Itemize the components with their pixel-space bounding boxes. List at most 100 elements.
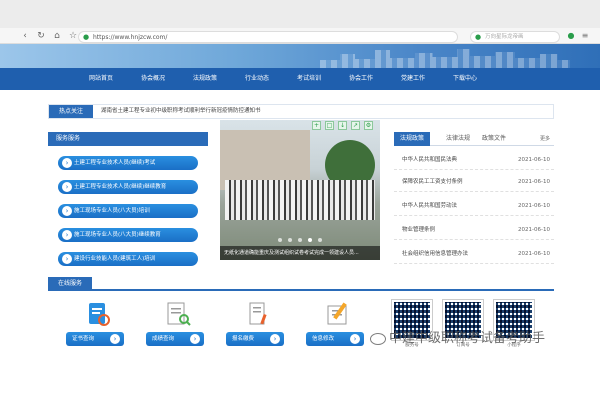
online-service-edit: 信息修改 ›: [306, 300, 366, 352]
law-title: 物业管理条例: [402, 227, 436, 233]
law-date: 2021-06-10: [518, 179, 550, 185]
list-item[interactable]: 中华人民共和国民法典 2021-06-10: [394, 150, 554, 170]
search-engine-icon: ●: [475, 33, 482, 41]
online-service-certificate: 证书查询 ›: [66, 300, 126, 352]
arrow-right-icon: ›: [350, 334, 360, 344]
slide-dot[interactable]: [278, 238, 282, 242]
service-label: 土建工程专业技术人员(继续)考试: [74, 160, 156, 166]
star-icon[interactable]: ☆: [68, 31, 78, 41]
law-date: 2021-06-10: [518, 227, 550, 233]
search-placeholder: 万向星际龙帝画: [485, 34, 524, 40]
service-item[interactable]: › 土建工程专业技术人员(继续)继续教育: [58, 180, 198, 194]
service-label: 建设行业技能人员(建筑工人)培训: [74, 256, 156, 262]
slide-caption[interactable]: 无纸化通道确能重庆及测试组织试卷考试完成一领建设人员...: [220, 246, 380, 260]
notice-tag: 热点关注: [49, 105, 93, 118]
expand-icon[interactable]: +: [312, 121, 321, 130]
slide-dot[interactable]: [318, 238, 322, 242]
nav-item-home[interactable]: 网站首页: [75, 68, 127, 92]
services-title: 服务服务: [48, 132, 208, 146]
arrow-right-icon: ›: [110, 334, 120, 344]
slide-dot[interactable]: [308, 238, 312, 242]
list-item[interactable]: 保障农民工工资支付条例 2021-06-10: [394, 172, 554, 192]
button-label: 证书查询: [72, 336, 95, 342]
share-icon[interactable]: ↗: [351, 121, 360, 130]
arrow-right-icon: ›: [62, 182, 72, 192]
nav-item-overview[interactable]: 协会概况: [127, 68, 179, 92]
nav-item-exam[interactable]: 考试培训: [283, 68, 335, 92]
address-bar[interactable]: ● https://www.hnjzcw.com/: [78, 31, 458, 43]
main-nav: 网站首页 协会概况 法规政策 行业动态 考试培训 协会工作 党建工作 下载中心: [0, 68, 600, 92]
arrow-right-icon: ›: [62, 230, 72, 240]
nav-item-work[interactable]: 协会工作: [335, 68, 387, 92]
lock-icon: ●: [83, 33, 90, 41]
wechat-icon: [370, 332, 386, 345]
list-item[interactable]: 中华人民共和国劳动法 2021-06-10: [394, 196, 554, 216]
nav-item-policy[interactable]: 法规政策: [179, 68, 231, 92]
hot-notice: 热点关注 湖南省土建工程专业初中级职称考试顺利举行新冠疫情防控通知书: [48, 104, 554, 119]
copy-icon[interactable]: □: [325, 121, 334, 130]
score-search-icon: [167, 302, 191, 326]
back-icon[interactable]: ‹: [20, 31, 30, 41]
refresh-icon[interactable]: ↻: [36, 31, 46, 41]
nav-item-download[interactable]: 下载中心: [439, 68, 491, 92]
certificate-query-button[interactable]: 证书查询 ›: [66, 332, 124, 346]
arrow-right-icon: ›: [62, 254, 72, 264]
group-photo-graphic: [225, 180, 375, 220]
law-title: 中华人民共和国民法典: [402, 157, 458, 163]
button-label: 报名缴费: [232, 336, 255, 342]
browser-search[interactable]: ● 万向星际龙帝画: [470, 31, 560, 43]
list-item[interactable]: 物业管理条例 2021-06-10: [394, 220, 554, 240]
service-item[interactable]: › 施工现场专业人员(八大员)培训: [58, 204, 198, 218]
score-query-button[interactable]: 成绩查询 ›: [146, 332, 204, 346]
law-title: 保障农民工工资支付条例: [402, 179, 463, 185]
slide-dot[interactable]: [288, 238, 292, 242]
law-date: 2021-06-10: [518, 157, 550, 163]
law-date: 2021-06-10: [518, 251, 550, 257]
tab-policy[interactable]: 法规政策: [394, 132, 431, 146]
home-icon[interactable]: ⌂: [52, 31, 62, 41]
service-label: 施工现场专业人员(八大员)继续教育: [74, 232, 161, 238]
service-item[interactable]: › 建设行业技能人员(建筑工人)培训: [58, 252, 198, 266]
nav-item-party[interactable]: 党建工作: [387, 68, 439, 92]
extension-icon[interactable]: ●: [566, 31, 576, 41]
slide-indicators: [278, 238, 322, 242]
more-link[interactable]: 更多: [540, 132, 550, 146]
service-item[interactable]: › 土建工程专业技术人员(继续)考试: [58, 156, 198, 170]
save-icon[interactable]: ↓: [338, 121, 347, 130]
law-tabs: 法规政策 法律法规 政策文件 更多: [394, 132, 554, 146]
settings-icon[interactable]: ⚙: [364, 121, 373, 130]
arrow-right-icon: ›: [270, 334, 280, 344]
online-service-payment: 报名缴费 ›: [226, 300, 286, 352]
browser-nav: ‹ ↻ ⌂ ☆: [20, 31, 78, 41]
slide-dot[interactable]: [298, 238, 302, 242]
address-text: https://www.hnjzcw.com/: [93, 34, 168, 41]
extensions: ● ≡: [566, 31, 590, 41]
edit-info-button[interactable]: 信息修改 ›: [306, 332, 364, 346]
site-banner: [0, 44, 600, 68]
news-slideshow[interactable]: 无纸化通道确能重庆及测试组织试卷考试完成一领建设人员...: [220, 120, 380, 260]
service-label: 土建工程专业技术人员(继续)继续教育: [74, 184, 167, 190]
watermark-text: 中建中级职称考试备考助手: [389, 331, 546, 346]
online-service-score: 成绩查询 ›: [146, 300, 206, 352]
button-label: 信息修改: [312, 336, 335, 342]
arrow-right-icon: ›: [62, 158, 72, 168]
browser-chrome: ‹ ↻ ⌂ ☆ ● https://www.hnjzcw.com/ ● 万向星际…: [0, 0, 600, 44]
law-date: 2021-06-10: [518, 203, 550, 209]
service-item[interactable]: › 施工现场专业人员(八大员)继续教育: [58, 228, 198, 242]
payment-form-icon: [249, 302, 267, 325]
tab-strip: [0, 0, 600, 28]
tab-laws[interactable]: 法律法规: [446, 132, 470, 146]
nav-item-news[interactable]: 行业动态: [231, 68, 283, 92]
list-item[interactable]: 社会组织信用信息管理办法 2021-06-10: [394, 244, 554, 264]
certificate-icon: [89, 303, 110, 326]
service-label: 施工现场专业人员(八大员)培训: [74, 208, 150, 214]
law-title: 社会组织信用信息管理办法: [402, 251, 469, 257]
watermark: 中建中级职称考试备考助手: [370, 327, 545, 346]
notice-text[interactable]: 湖南省土建工程专业初中级职称考试顺利举行新冠疫情防控通知书: [101, 105, 261, 118]
online-services-head: 在线服务: [48, 277, 554, 291]
payment-button[interactable]: 报名缴费 ›: [226, 332, 284, 346]
image-toolbar: + □ ↓ ↗ ⚙: [312, 121, 373, 130]
tab-docs[interactable]: 政策文件: [482, 132, 506, 146]
edit-info-icon: [327, 302, 347, 325]
menu-icon[interactable]: ≡: [580, 31, 590, 41]
